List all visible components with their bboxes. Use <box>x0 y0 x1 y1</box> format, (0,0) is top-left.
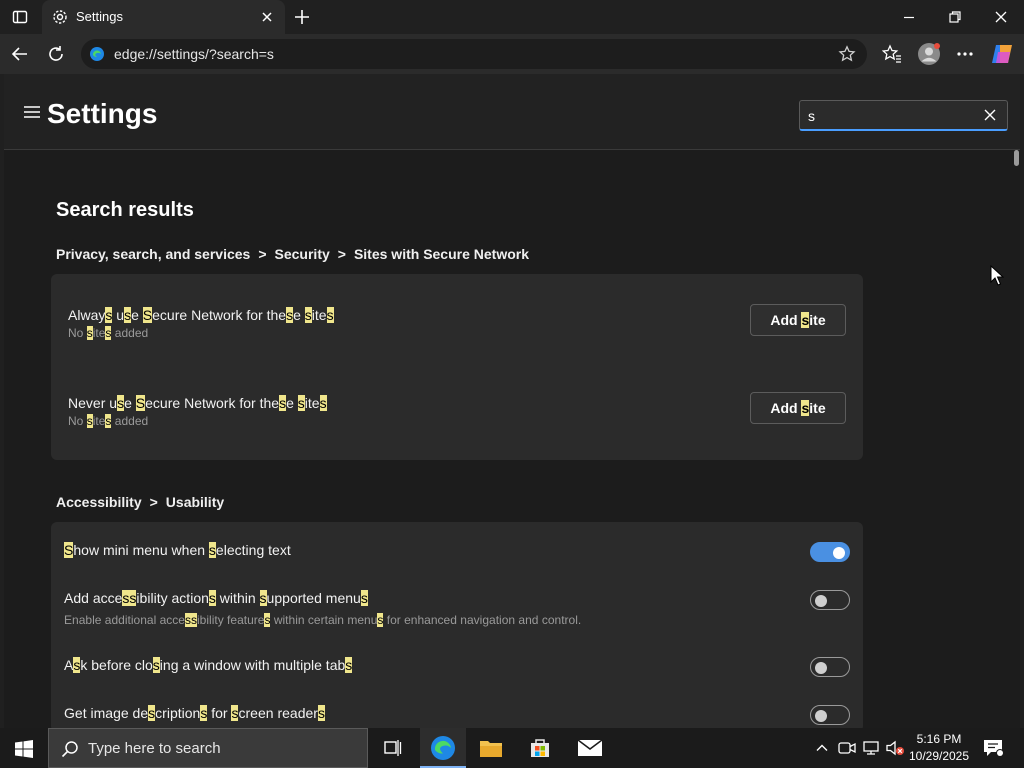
setting-title: Never use Secure Network for these sites <box>68 395 327 411</box>
setting-title: Always use Secure Network for these site… <box>68 307 334 323</box>
setting-title: Get image descriptions for screen reader… <box>64 705 325 721</box>
setting-title: Ask before closing a window with multipl… <box>64 657 353 673</box>
edge-logo-icon <box>89 46 105 62</box>
usability-card: Show mini menu when selecting text Add a… <box>51 522 863 732</box>
ask-before-closing-toggle[interactable] <box>810 657 850 677</box>
settings-page: Settings Search results Privacy, search,… <box>4 74 1020 732</box>
settings-header: Settings <box>4 74 1020 150</box>
new-tab-icon[interactable] <box>293 8 311 26</box>
back-icon[interactable] <box>10 44 30 64</box>
setting-subtitle: No sites added <box>68 414 149 428</box>
task-view-icon[interactable] <box>382 738 402 758</box>
minimize-icon[interactable] <box>902 10 916 24</box>
accessibility-actions-toggle[interactable] <box>810 590 850 610</box>
volume-muted-icon[interactable] <box>885 740 905 756</box>
file-explorer-icon[interactable] <box>479 737 503 759</box>
page-title: Settings <box>47 98 158 129</box>
notifications-icon[interactable] <box>982 738 1004 758</box>
settings-search-box[interactable] <box>799 100 1008 131</box>
setting-title: Add accessibility actions within support… <box>64 590 368 606</box>
tab-bar: Settings <box>0 0 1024 34</box>
setting-title: Show mini menu when selecting text <box>64 542 291 558</box>
tab-settings[interactable]: Settings <box>42 0 285 34</box>
refresh-icon[interactable] <box>46 44 66 64</box>
hamburger-menu-icon[interactable] <box>23 104 41 120</box>
taskbar-date[interactable]: 10/29/2025 <box>906 749 972 763</box>
taskbar-time[interactable]: 5:16 PM <box>906 732 972 746</box>
close-tab-icon[interactable] <box>260 10 274 24</box>
restore-icon[interactable] <box>948 10 962 24</box>
breadcrumb-item[interactable]: Accessibility <box>56 494 142 510</box>
tab-actions-icon[interactable] <box>12 9 28 25</box>
windows-taskbar: Type here to search 5:16 PM 10/29/2025 <box>0 728 1024 768</box>
mail-icon[interactable] <box>577 738 603 758</box>
close-window-icon[interactable] <box>994 10 1008 24</box>
url-text: edge://settings/?search=s <box>114 46 274 62</box>
breadcrumb-separator: > <box>149 494 158 510</box>
image-descriptions-toggle[interactable] <box>810 705 850 725</box>
network-icon[interactable] <box>862 740 880 756</box>
favorite-star-icon[interactable] <box>838 45 856 63</box>
secure-network-card: Always use Secure Network for these site… <box>51 274 863 460</box>
toggle-knob <box>815 595 827 607</box>
more-options-icon[interactable] <box>955 44 975 64</box>
address-bar[interactable]: edge://settings/?search=s <box>81 39 867 69</box>
settings-content: Search results Privacy, search, and serv… <box>4 151 1008 732</box>
breadcrumb-item[interactable]: Usability <box>166 494 224 510</box>
search-results-heading: Search results <box>56 199 194 221</box>
toggle-knob <box>815 710 827 722</box>
profile-avatar-icon[interactable] <box>917 42 941 66</box>
breadcrumb: Privacy, search, and services > Security > S… <box>56 246 529 262</box>
favorites-icon[interactable] <box>881 44 902 64</box>
meet-now-icon[interactable] <box>838 740 856 756</box>
add-site-button[interactable]: Add site <box>750 304 846 336</box>
browser-toolbar: edge://settings/?search=s <box>0 34 1024 74</box>
copilot-icon[interactable] <box>990 42 1014 66</box>
edge-taskbar-icon[interactable] <box>420 728 466 768</box>
setting-subtitle: No sites added <box>68 326 149 340</box>
breadcrumb-item[interactable]: Sites with Secure Network <box>354 246 529 262</box>
scrollbar-thumb[interactable] <box>1014 150 1019 166</box>
tab-title: Settings <box>76 9 123 24</box>
taskbar-search[interactable]: Type here to search <box>48 728 368 768</box>
breadcrumb-separator: > <box>258 246 267 262</box>
breadcrumb-separator: > <box>337 246 346 262</box>
taskbar-search-placeholder: Type here to search <box>88 740 221 757</box>
toggle-knob <box>833 547 845 559</box>
microsoft-store-icon[interactable] <box>528 736 552 760</box>
setting-subtitle: Enable additional accessibility features… <box>64 613 582 627</box>
breadcrumb-item[interactable]: Security <box>275 246 330 262</box>
toggle-knob <box>815 662 827 674</box>
show-hidden-icons-icon[interactable] <box>815 741 829 755</box>
windows-start-icon[interactable] <box>15 740 33 758</box>
gear-icon <box>52 9 68 25</box>
page-scrollbar[interactable] <box>1012 150 1020 728</box>
breadcrumb: Accessibility > Usability <box>56 494 224 510</box>
settings-search-input[interactable] <box>808 106 978 126</box>
mouse-cursor-icon <box>990 264 1005 287</box>
breadcrumb-item[interactable]: Privacy, search, and services <box>56 246 250 262</box>
clear-search-icon[interactable] <box>983 108 997 122</box>
add-site-button[interactable]: Add site <box>750 392 846 424</box>
mini-menu-toggle[interactable] <box>810 542 850 562</box>
search-icon <box>61 740 79 758</box>
